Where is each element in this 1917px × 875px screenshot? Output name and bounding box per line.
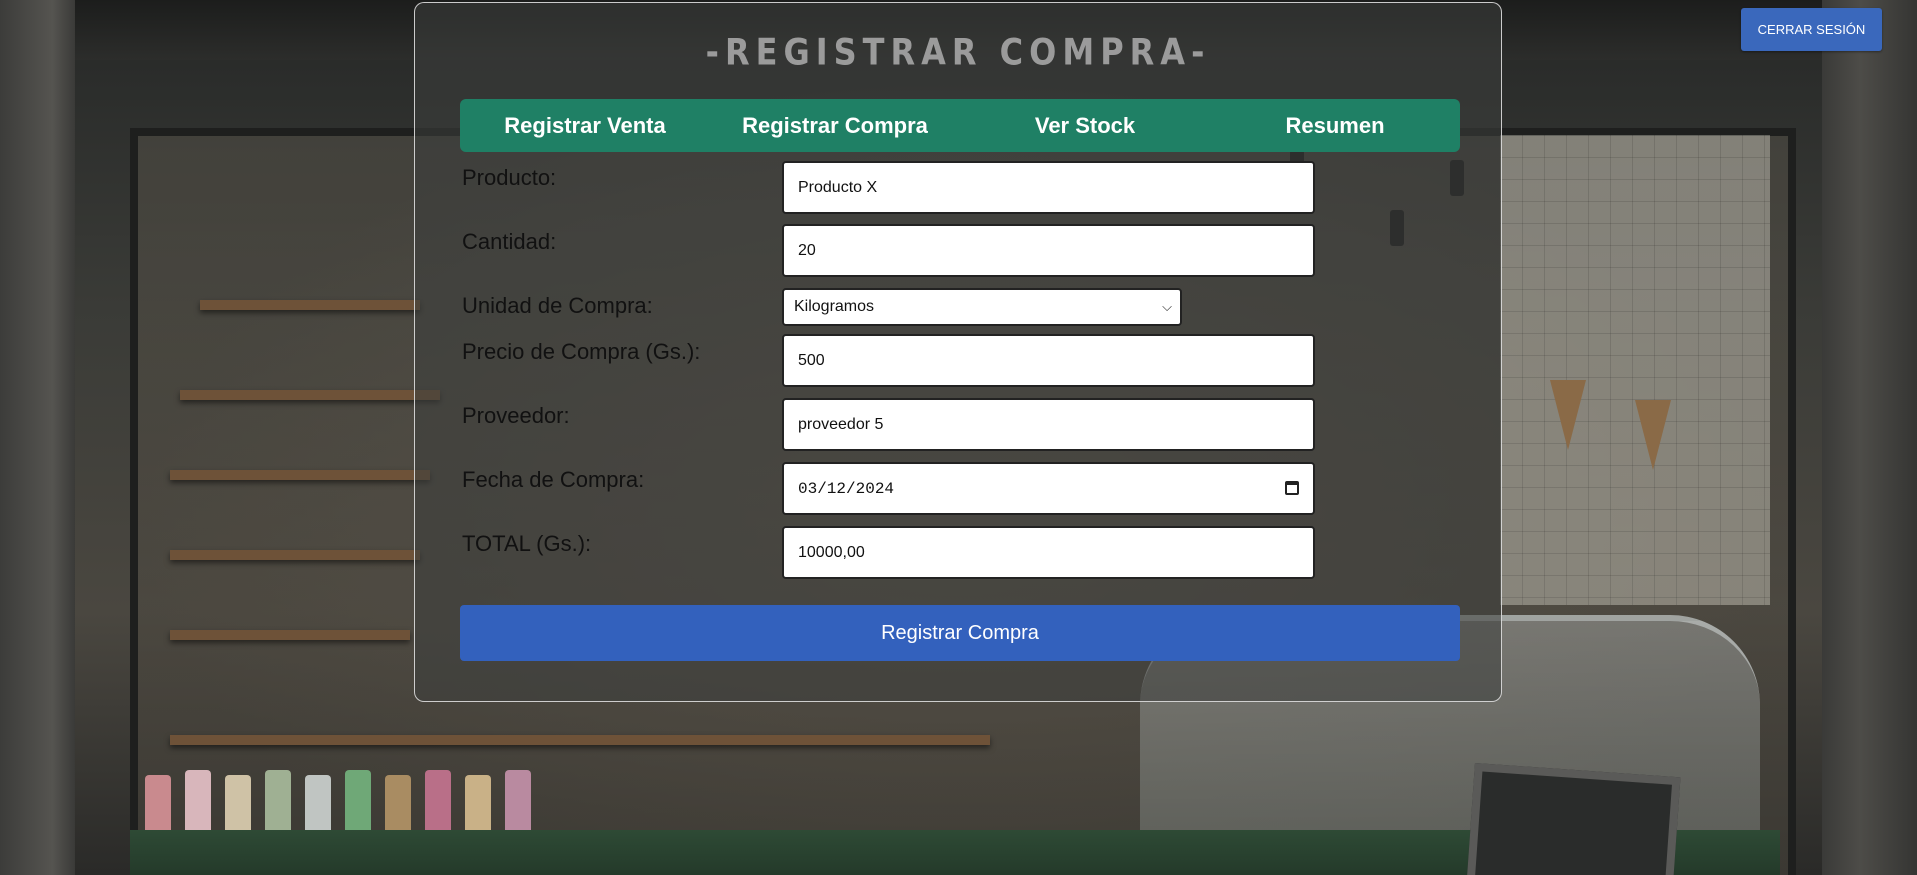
nav-item-resumen[interactable]: Resumen: [1210, 99, 1460, 152]
background-shelf: [170, 630, 410, 640]
cantidad-input[interactable]: 20: [782, 224, 1315, 277]
fecha-value: 03/12/2024: [798, 480, 895, 498]
background-wall-left: [0, 0, 75, 875]
chevron-down-icon: ⌵: [1162, 299, 1172, 314]
page-title: -REGISTRAR COMPRA-: [705, 30, 1211, 74]
background-tile-wall: [1500, 135, 1770, 605]
purchase-form-panel: -REGISTRAR COMPRA- Registrar Venta Regis…: [414, 2, 1502, 702]
cantidad-label: Cantidad:: [462, 229, 557, 254]
precio-label: Precio de Compra (Gs.):: [462, 339, 701, 364]
producto-input[interactable]: Producto X: [782, 161, 1315, 214]
background-chalkboard: [1465, 762, 1681, 875]
producto-label: Producto:: [462, 165, 557, 190]
background-shelf: [170, 550, 420, 560]
precio-input[interactable]: 500: [782, 334, 1315, 387]
unidad-select-value: Kilogramos: [794, 298, 875, 315]
background-shelf: [180, 390, 440, 400]
background-shelf: [170, 470, 430, 480]
logout-button[interactable]: CERRAR SESIÓN: [1741, 8, 1882, 51]
total-label: TOTAL (Gs.):: [462, 531, 592, 556]
nav-item-ver-stock[interactable]: Ver Stock: [960, 99, 1210, 152]
nav-item-registrar-compra[interactable]: Registrar Compra: [710, 99, 960, 152]
unidad-label: Unidad de Compra:: [462, 293, 653, 318]
registrar-compra-button[interactable]: Registrar Compra: [460, 605, 1460, 661]
fecha-input[interactable]: 03/12/2024: [782, 462, 1315, 515]
calendar-icon[interactable]: [1285, 481, 1299, 495]
background-shelf: [200, 300, 420, 310]
fecha-label: Fecha de Compra:: [462, 467, 645, 492]
unidad-select[interactable]: Kilogramos ⌵: [782, 288, 1182, 326]
background-cone: [1550, 380, 1586, 450]
background-shelf: [170, 735, 990, 745]
total-input[interactable]: 10000,00: [782, 526, 1315, 579]
background-cone: [1635, 400, 1671, 470]
proveedor-input[interactable]: proveedor 5: [782, 398, 1315, 451]
nav-item-registrar-venta[interactable]: Registrar Venta: [460, 99, 710, 152]
proveedor-label: Proveedor:: [462, 403, 570, 428]
main-nav: Registrar Venta Registrar Compra Ver Sto…: [460, 99, 1460, 152]
background-wall-right: [1822, 0, 1917, 875]
